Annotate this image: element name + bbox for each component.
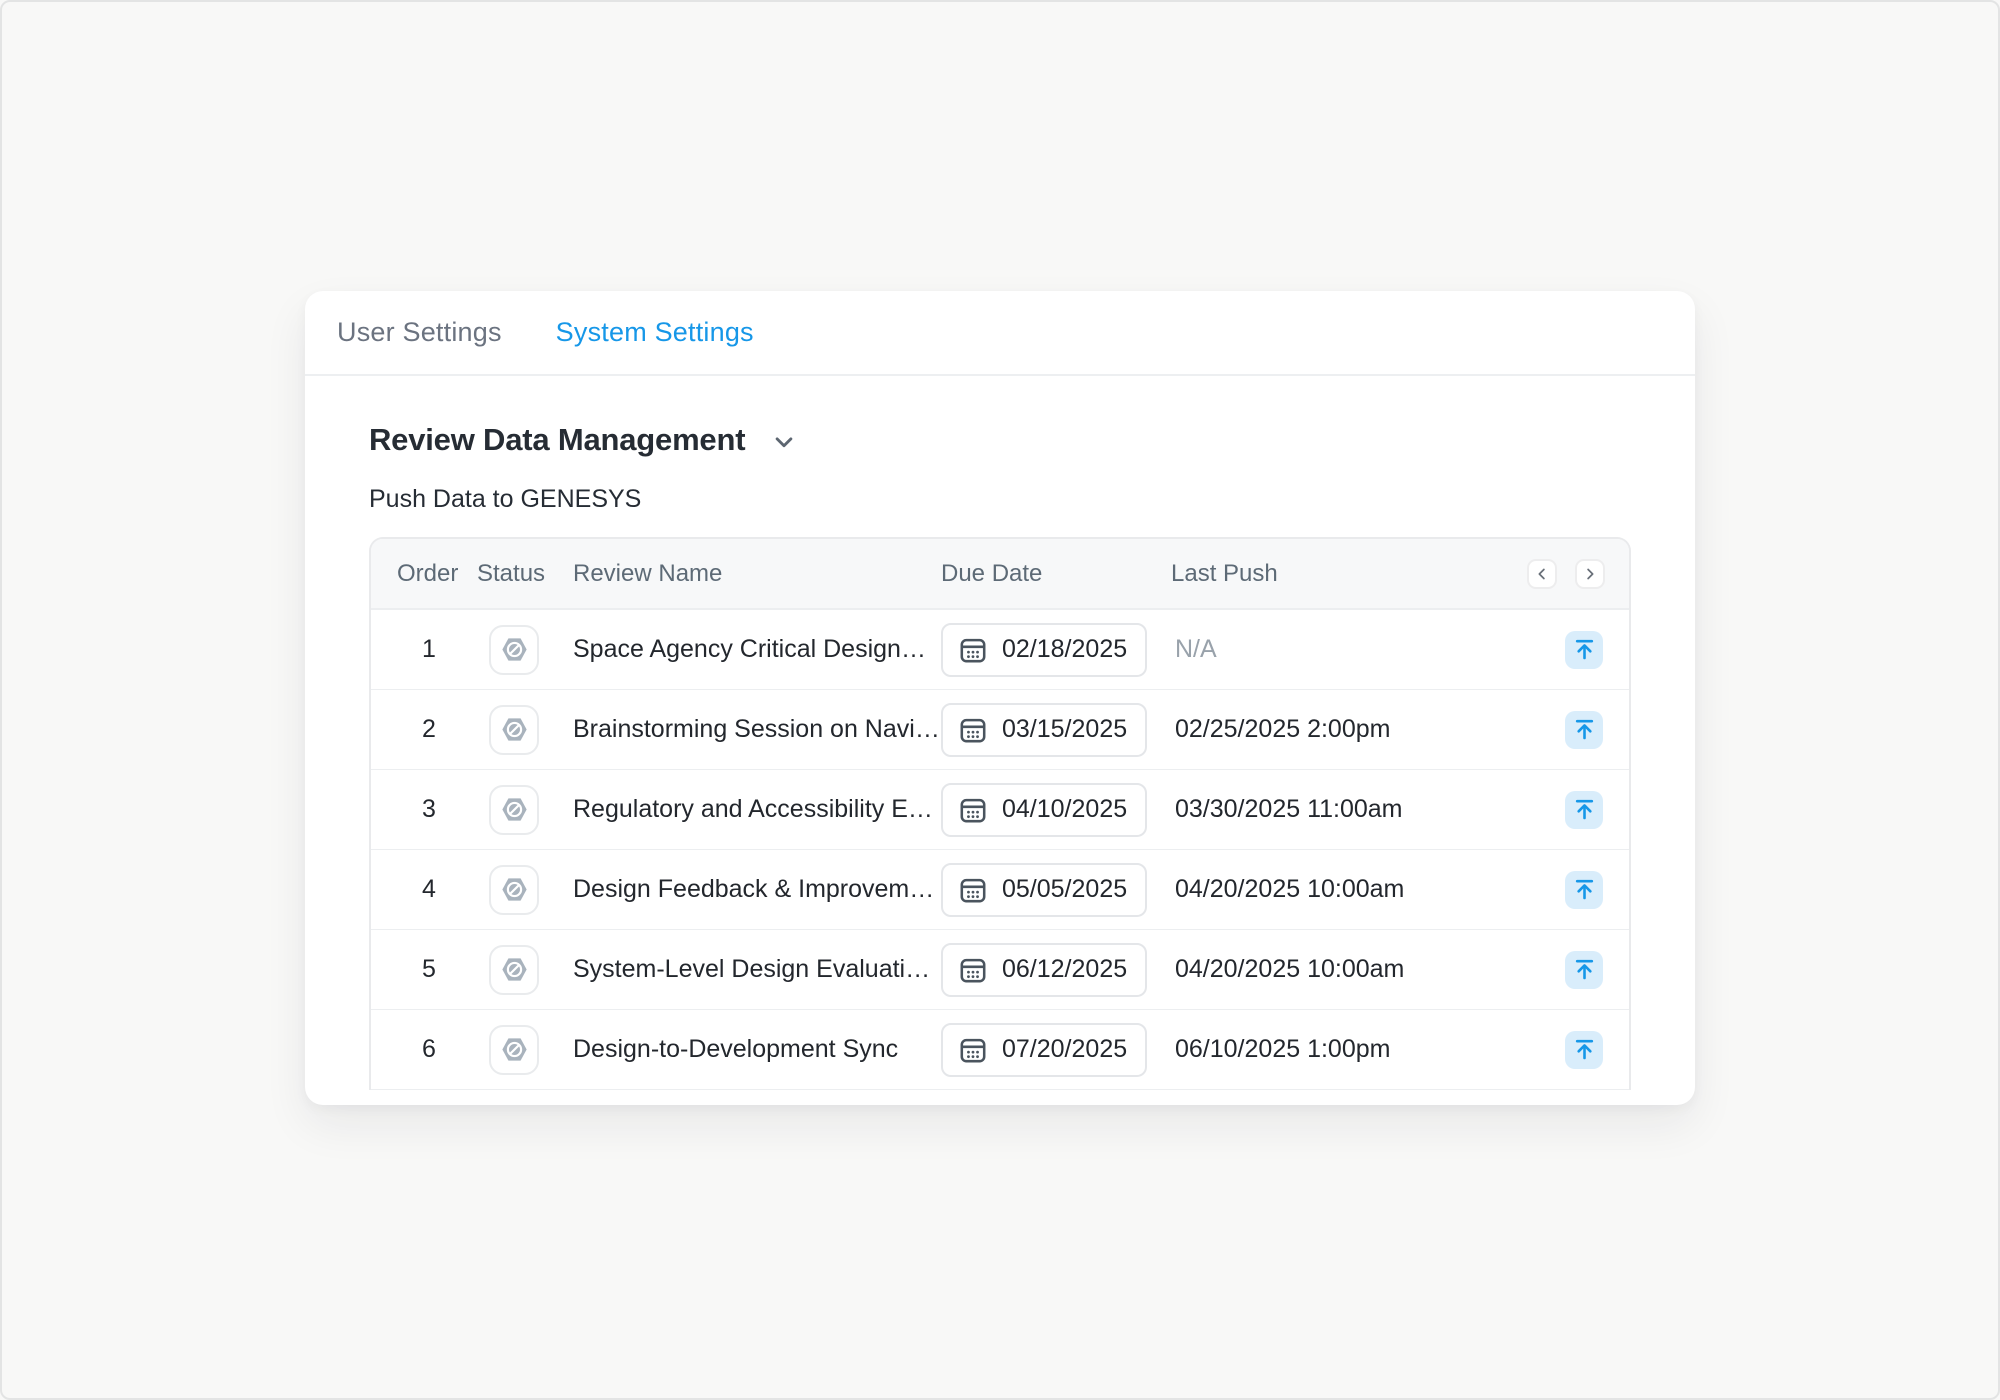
settings-card: User Settings System Settings Review Dat… — [305, 291, 1695, 1105]
column-header-status: Status — [477, 560, 573, 588]
push-data-button[interactable] — [1565, 951, 1603, 989]
status-button[interactable] — [489, 945, 539, 995]
order-number: 1 — [397, 635, 461, 664]
table-pagination — [1527, 559, 1605, 589]
blocked-status-icon — [499, 794, 530, 825]
push-data-button[interactable] — [1565, 871, 1603, 909]
calendar-icon — [957, 634, 989, 666]
push-data-button[interactable] — [1565, 1031, 1603, 1069]
table-row: 6 Design-to-Development Sync — [371, 1010, 1629, 1090]
last-push-value: 04/20/2025 10:00am — [1171, 955, 1547, 984]
order-number: 2 — [397, 715, 461, 744]
review-name: Brainstorming Session on Navi… — [573, 715, 941, 744]
column-header-due-date: Due Date — [941, 560, 1171, 588]
table-row: 1 Space Agency Critical Design… — [371, 610, 1629, 690]
chevron-right-icon — [1581, 565, 1599, 583]
chevron-left-icon — [1533, 565, 1551, 583]
blocked-status-icon — [499, 634, 530, 665]
order-number: 5 — [397, 955, 461, 984]
push-data-table: Order Status Review Name Due Date Last P… — [369, 537, 1631, 1090]
due-date-value: 02/18/2025 — [1002, 635, 1127, 664]
review-name: System-Level Design Evaluati… — [573, 955, 941, 984]
due-date-field[interactable]: 02/18/2025 — [941, 623, 1147, 677]
order-number: 3 — [397, 795, 461, 824]
page-title: Review Data Management — [369, 422, 745, 458]
last-push-value: 06/10/2025 1:00pm — [1171, 1035, 1547, 1064]
column-header-order: Order — [397, 560, 477, 588]
push-data-button[interactable] — [1565, 711, 1603, 749]
column-header-review-name: Review Name — [573, 560, 941, 588]
review-name: Regulatory and Accessibility E… — [573, 795, 941, 824]
push-data-button[interactable] — [1565, 791, 1603, 829]
table-header: Order Status Review Name Due Date Last P… — [371, 539, 1629, 610]
status-button[interactable] — [489, 1025, 539, 1075]
status-button[interactable] — [489, 785, 539, 835]
last-push-value: N/A — [1171, 635, 1547, 664]
due-date-value: 04/10/2025 — [1002, 795, 1127, 824]
calendar-icon — [957, 874, 989, 906]
order-number: 6 — [397, 1035, 461, 1064]
last-push-value: 04/20/2025 10:00am — [1171, 875, 1547, 904]
blocked-status-icon — [499, 954, 530, 985]
due-date-value: 07/20/2025 — [1002, 1035, 1127, 1064]
blocked-status-icon — [499, 874, 530, 905]
order-number: 4 — [397, 875, 461, 904]
due-date-field[interactable]: 05/05/2025 — [941, 863, 1147, 917]
calendar-icon — [957, 954, 989, 986]
due-date-field[interactable]: 07/20/2025 — [941, 1023, 1147, 1077]
blocked-status-icon — [499, 714, 530, 745]
due-date-value: 06/12/2025 — [1002, 955, 1127, 984]
table-row: 4 Design Feedback & Improvem… — [371, 850, 1629, 930]
upload-icon — [1571, 636, 1598, 663]
tab-system-settings[interactable]: System Settings — [554, 311, 756, 354]
due-date-field[interactable]: 06/12/2025 — [941, 943, 1147, 997]
tab-bar: User Settings System Settings — [305, 291, 1695, 376]
pagination-next-button[interactable] — [1575, 559, 1605, 589]
review-name: Space Agency Critical Design… — [573, 635, 941, 664]
table-row: 3 Regulatory and Accessibility E… — [371, 770, 1629, 850]
last-push-value: 03/30/2025 11:00am — [1171, 795, 1547, 824]
upload-icon — [1571, 716, 1598, 743]
due-date-field[interactable]: 03/15/2025 — [941, 703, 1147, 757]
tab-user-settings[interactable]: User Settings — [335, 311, 504, 354]
chevron-down-icon[interactable] — [769, 427, 799, 457]
table-body: 1 Space Agency Critical Design… — [371, 610, 1629, 1090]
pagination-prev-button[interactable] — [1527, 559, 1557, 589]
status-button[interactable] — [489, 865, 539, 915]
push-data-button[interactable] — [1565, 631, 1603, 669]
due-date-field[interactable]: 04/10/2025 — [941, 783, 1147, 837]
upload-icon — [1571, 876, 1598, 903]
upload-icon — [1571, 956, 1598, 983]
upload-icon — [1571, 1036, 1598, 1063]
upload-icon — [1571, 796, 1598, 823]
column-header-last-push: Last Push — [1171, 560, 1547, 588]
status-button[interactable] — [489, 705, 539, 755]
due-date-value: 05/05/2025 — [1002, 875, 1127, 904]
due-date-value: 03/15/2025 — [1002, 715, 1127, 744]
calendar-icon — [957, 1034, 989, 1066]
status-button[interactable] — [489, 625, 539, 675]
calendar-icon — [957, 714, 989, 746]
last-push-value: 02/25/2025 2:00pm — [1171, 715, 1547, 744]
table-row: 5 System-Level Design Evaluati… — [371, 930, 1629, 1010]
review-name: Design Feedback & Improvem… — [573, 875, 941, 904]
blocked-status-icon — [499, 1034, 530, 1065]
system-settings-panel: Review Data Management Push Data to GENE… — [305, 422, 1695, 1090]
review-name: Design-to-Development Sync — [573, 1035, 941, 1064]
table-row: 2 Brainstorming Session on Navi… — [371, 690, 1629, 770]
section-subtitle: Push Data to GENESYS — [369, 485, 1631, 514]
calendar-icon — [957, 794, 989, 826]
